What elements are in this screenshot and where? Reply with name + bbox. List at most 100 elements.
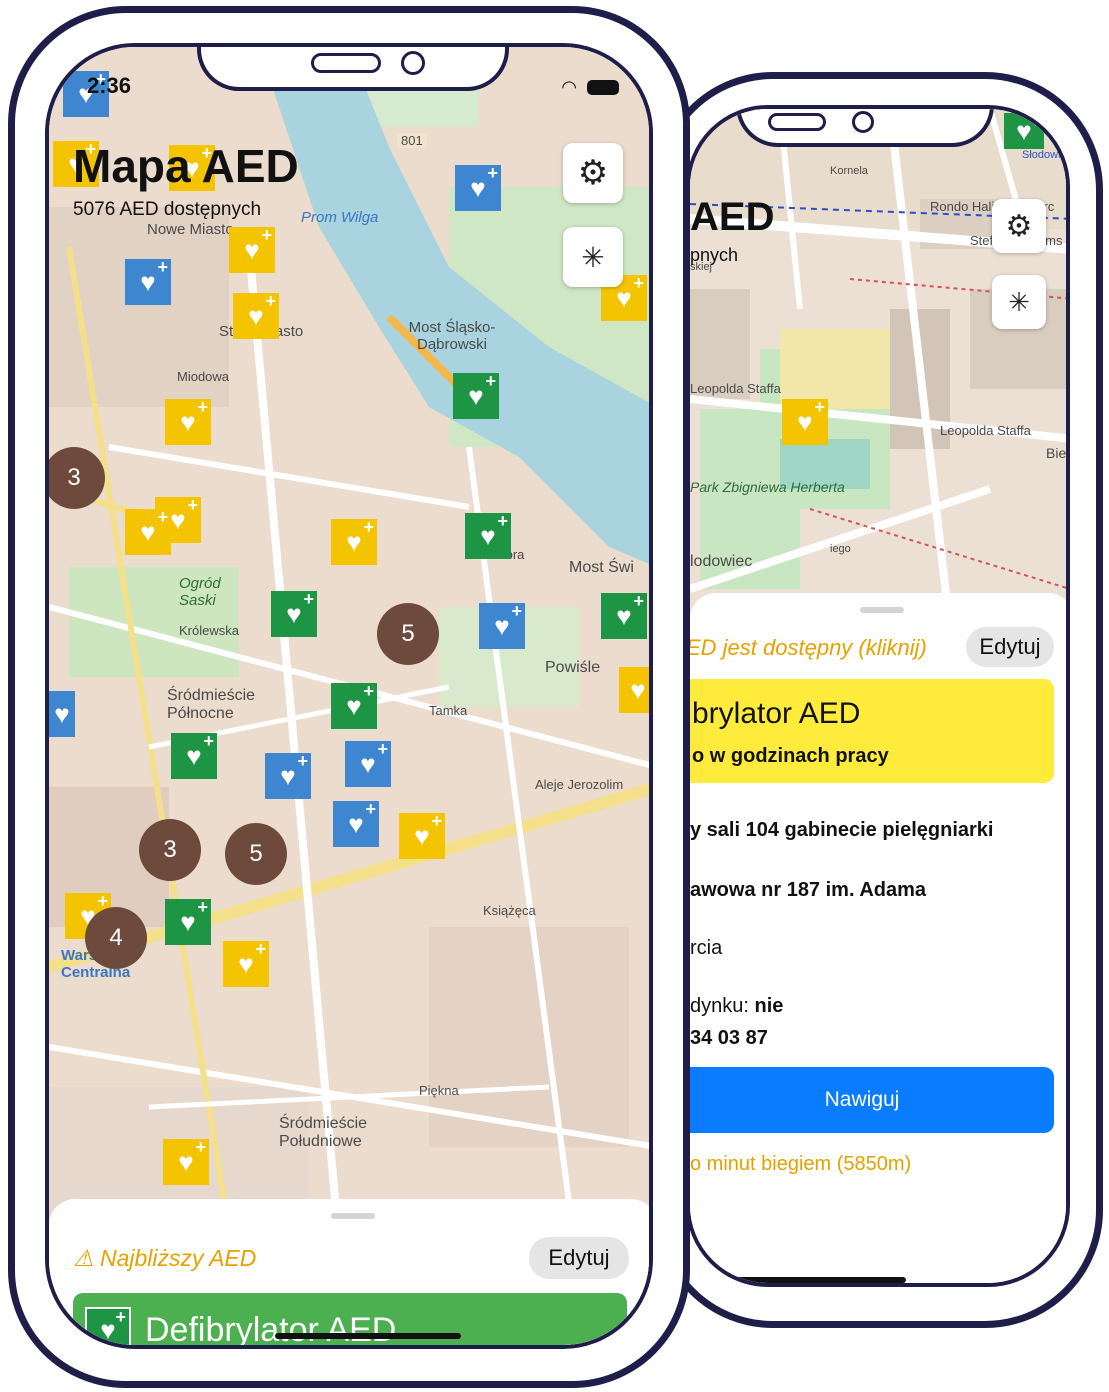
gear-icon: ⚙ bbox=[577, 154, 609, 192]
aed-marker-yellow[interactable]: ♥ + bbox=[229, 225, 275, 273]
navigate-button[interactable]: Nawiguj bbox=[690, 1067, 1054, 1133]
access-detail: rcia bbox=[690, 937, 723, 959]
aed-cluster[interactable]: 5 bbox=[377, 603, 439, 665]
wifi-icon: ◠ bbox=[561, 77, 577, 97]
heart-icon: ♥ bbox=[346, 527, 362, 557]
heart-icon: ♥ bbox=[170, 505, 186, 535]
aed-marker-blue[interactable]: ♥ + bbox=[333, 799, 379, 847]
front-screen: Nowe Miasto Stare Miasto Most Śląsko-Dąb… bbox=[45, 43, 653, 1349]
heart-icon: ♥ bbox=[360, 749, 376, 779]
aed-marker-yellow[interactable]: ♥ + bbox=[163, 1137, 209, 1185]
heart-icon: ♥ bbox=[186, 741, 202, 771]
heart-icon: ♥ bbox=[1016, 116, 1032, 146]
battery-icon bbox=[587, 80, 619, 95]
settings-button[interactable]: ⚙ bbox=[992, 199, 1046, 253]
aed-marker-blue[interactable]: ♥ + bbox=[479, 601, 525, 649]
heart-icon: ♥ bbox=[494, 611, 510, 641]
aed-marker-green[interactable]: ♥ + bbox=[601, 591, 647, 639]
sheet-grabber[interactable] bbox=[860, 607, 904, 613]
plus-icon: + bbox=[197, 897, 208, 917]
heart-icon: ♥ bbox=[140, 517, 156, 547]
plus-icon: + bbox=[497, 511, 508, 531]
aed-marker-green[interactable]: ♥ + bbox=[271, 589, 317, 637]
home-indicator[interactable] bbox=[710, 1277, 906, 1283]
aed-marker-blue[interactable]: ♥ + bbox=[265, 751, 311, 799]
edit-button[interactable]: Edytuj bbox=[966, 627, 1054, 667]
nearest-aed-warning[interactable]: ⚠ Najbliższy AED bbox=[73, 1245, 256, 1272]
card-title: brylator AED bbox=[692, 697, 861, 730]
aed-card[interactable]: brylator AED o w godzinach pracy bbox=[690, 679, 1054, 783]
bottom-sheet[interactable]: ⚠ Najbliższy AED Edytuj ♥ + Defibrylator … bbox=[49, 1199, 649, 1345]
heart-icon: ♥ bbox=[280, 761, 296, 791]
plus-icon: + bbox=[203, 731, 214, 751]
map-label: Powiśle bbox=[545, 659, 601, 676]
bottom-sheet[interactable]: ED jest dostępny (kliknij) Edytuj brylat… bbox=[690, 593, 1066, 1283]
plus-icon: + bbox=[365, 799, 376, 819]
aed-cluster[interactable]: 4 bbox=[85, 907, 147, 969]
aed-marker-yellow[interactable]: ♥ + bbox=[125, 507, 171, 555]
aed-cluster[interactable]: 5 bbox=[225, 823, 287, 885]
map-label: Most Śląsko-Dąbrowski bbox=[408, 319, 496, 353]
distance-text: o minut biegiem (5850m) bbox=[690, 1153, 912, 1175]
aed-marker-yellow[interactable]: ♥ + bbox=[782, 397, 828, 445]
plus-icon: + bbox=[195, 1137, 206, 1157]
aed-cluster[interactable]: 3 bbox=[139, 819, 201, 881]
aed-marker-green[interactable]: ♥ + bbox=[171, 731, 217, 779]
aed-marker-green[interactable]: ♥ + bbox=[331, 681, 377, 729]
plus-icon: + bbox=[363, 517, 374, 537]
phone-detail[interactable]: 34 03 87 bbox=[690, 1027, 768, 1050]
aed-marker-green[interactable]: ♥ + bbox=[453, 371, 499, 419]
map-label: Książęca bbox=[483, 903, 536, 918]
map-label: Leopolda Staffa bbox=[690, 381, 781, 396]
plus-icon: + bbox=[297, 751, 308, 771]
aed-marker-yellow[interactable]: ♥ + bbox=[331, 517, 377, 565]
aed-marker-yellow[interactable]: ♥ + bbox=[223, 939, 269, 987]
aed-marker-yellow[interactable]: ♥ bbox=[619, 667, 649, 713]
aed-marker-yellow[interactable]: ♥ + bbox=[233, 291, 279, 339]
map-label: Leopolda Staffa bbox=[940, 423, 1031, 438]
aed-marker-green[interactable]: ♥ + bbox=[1004, 111, 1044, 149]
aed-marker-yellow[interactable]: ♥ + bbox=[399, 811, 445, 859]
aed-cluster[interactable]: 3 bbox=[49, 447, 105, 509]
sheet-grabber[interactable] bbox=[331, 1213, 375, 1219]
map-label: iego bbox=[830, 543, 851, 555]
aed-card[interactable]: ♥ + Defibrylator AED bbox=[73, 1293, 627, 1345]
plus-icon: + bbox=[431, 811, 442, 831]
aed-marker-blue[interactable]: ♥ + bbox=[345, 739, 391, 787]
map-label: Aleje Jerozolim bbox=[535, 777, 624, 792]
speaker bbox=[768, 113, 826, 131]
magic-button[interactable]: ✳ bbox=[563, 227, 623, 287]
map-label: Królewska bbox=[179, 623, 239, 638]
aed-marker-blue[interactable]: ♥ + bbox=[125, 257, 171, 305]
edit-button[interactable]: Edytuj bbox=[529, 1237, 629, 1279]
home-indicator[interactable] bbox=[275, 1333, 461, 1339]
heart-icon: ♥ bbox=[180, 907, 196, 937]
map-label: Słodowiec bbox=[1022, 149, 1070, 161]
plus-icon: + bbox=[157, 507, 168, 527]
availability-warning[interactable]: ED jest dostępny (kliknij) bbox=[690, 635, 927, 661]
map-label: Kornela bbox=[830, 165, 868, 177]
back-screen: Rondo Haliny Szwarc Stefana Żeroms Leopo… bbox=[686, 105, 1070, 1287]
heart-icon: ♥ bbox=[630, 675, 646, 705]
phone-front: Nowe Miasto Stare Miasto Most Śląsko-Dąb… bbox=[8, 6, 690, 1388]
camera bbox=[852, 111, 874, 133]
map-label: Piękna bbox=[419, 1083, 459, 1098]
status-time: 2:36 bbox=[87, 73, 132, 98]
heart-icon: ♥ bbox=[100, 1315, 116, 1345]
heart-icon: ♥ bbox=[244, 235, 260, 265]
magic-button[interactable]: ✳ bbox=[992, 275, 1046, 329]
settings-button[interactable]: ⚙ bbox=[563, 143, 623, 203]
indoor-detail: dynku: nie bbox=[690, 995, 783, 1018]
heart-icon: ♥ bbox=[248, 301, 264, 331]
map-label: Śródmieście Północne bbox=[167, 687, 256, 722]
map-label: Park Zbigniewa Herberta bbox=[690, 479, 845, 495]
camera bbox=[401, 51, 425, 75]
aed-marker-yellow[interactable]: ♥ + bbox=[165, 397, 211, 445]
plus-icon: + bbox=[303, 589, 314, 609]
aed-marker-green[interactable]: ♥ + bbox=[165, 897, 211, 945]
heart-icon: ♥ bbox=[616, 601, 632, 631]
aed-marker-blue[interactable]: ♥ + bbox=[455, 163, 501, 211]
aed-marker-green[interactable]: ♥ + bbox=[465, 511, 511, 559]
aed-marker-blue[interactable]: ♥ bbox=[49, 691, 75, 737]
speaker bbox=[311, 53, 381, 73]
